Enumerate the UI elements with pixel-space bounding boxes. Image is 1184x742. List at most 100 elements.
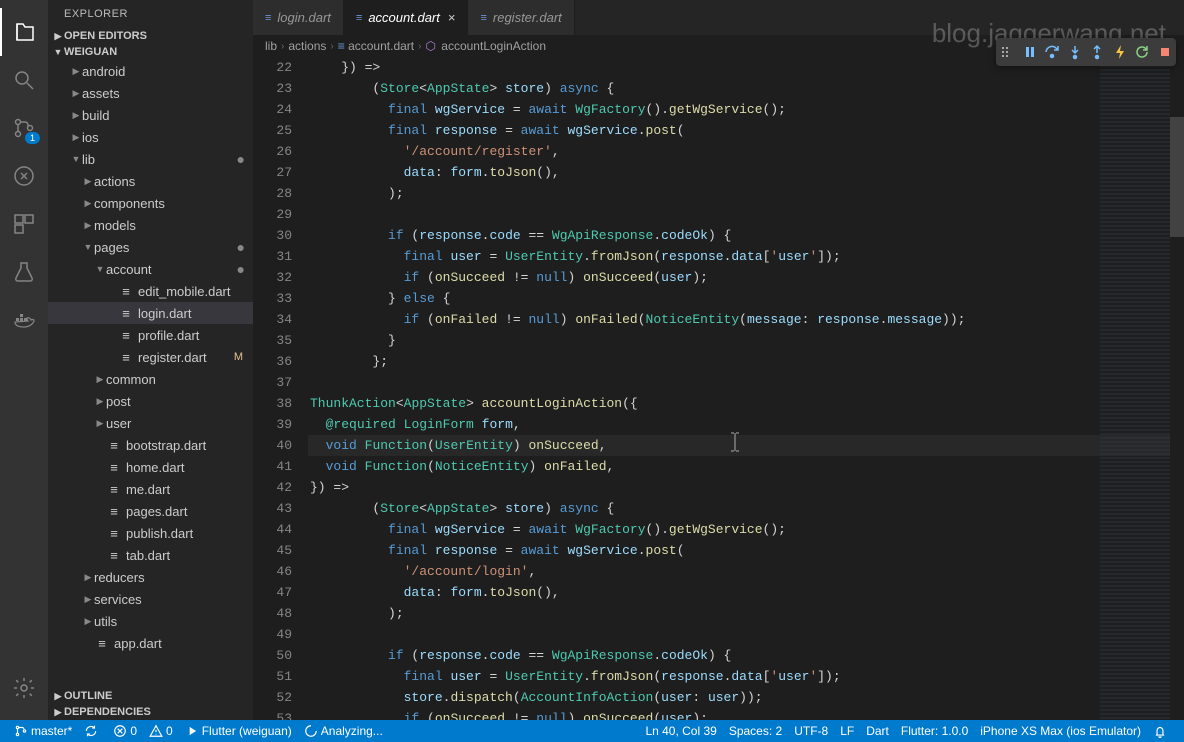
- settings-icon[interactable]: [0, 664, 48, 712]
- search-icon[interactable]: [0, 56, 48, 104]
- folder-item[interactable]: ▶android: [48, 60, 253, 82]
- step-into-icon[interactable]: [1067, 44, 1083, 60]
- git-branch[interactable]: master*: [8, 724, 78, 738]
- code-line[interactable]: if (onSucceed != null) onSucceed(user);: [308, 267, 1184, 288]
- code-line[interactable]: (Store<AppState> store) async {: [308, 498, 1184, 519]
- file-item[interactable]: ≡pages.dart: [48, 500, 253, 522]
- code-line[interactable]: );: [308, 603, 1184, 624]
- code-line[interactable]: final wgService = await WgFactory().getW…: [308, 99, 1184, 120]
- language[interactable]: Dart: [860, 724, 895, 738]
- explorer-icon[interactable]: [0, 8, 48, 56]
- code-line[interactable]: store.dispatch(AccountInfoAction(user: u…: [308, 687, 1184, 708]
- step-over-icon[interactable]: [1044, 44, 1060, 60]
- extensions-icon[interactable]: [0, 200, 48, 248]
- folder-item[interactable]: ▶models: [48, 214, 253, 236]
- minimap[interactable]: [1100, 57, 1170, 720]
- breadcrumb-item[interactable]: ⬡ accountLoginAction: [425, 39, 546, 53]
- folder-item[interactable]: ▶post: [48, 390, 253, 412]
- folder-item[interactable]: ▶assets: [48, 82, 253, 104]
- restart-icon[interactable]: [1134, 44, 1150, 60]
- file-item[interactable]: ≡home.dart: [48, 456, 253, 478]
- folder-item[interactable]: ▶services: [48, 588, 253, 610]
- source-control-icon[interactable]: 1: [0, 104, 48, 152]
- code-line[interactable]: if (response.code == WgApiResponse.codeO…: [308, 645, 1184, 666]
- code-line[interactable]: final response = await wgService.post(: [308, 120, 1184, 141]
- section-outline[interactable]: ▶OUTLINE: [48, 688, 253, 704]
- device[interactable]: iPhone XS Max (ios Emulator): [974, 724, 1147, 738]
- file-item[interactable]: ≡profile.dart: [48, 324, 253, 346]
- sync-icon[interactable]: [78, 724, 107, 738]
- code-line[interactable]: } else {: [308, 288, 1184, 309]
- code-line[interactable]: [308, 372, 1184, 393]
- drag-handle-icon[interactable]: [999, 44, 1015, 60]
- eol[interactable]: LF: [834, 724, 860, 738]
- code-line[interactable]: void Function(UserEntity) onSucceed,: [308, 435, 1184, 456]
- section-dependencies[interactable]: ▶DEPENDENCIES: [48, 704, 253, 720]
- flutter-version[interactable]: Flutter: 1.0.0: [895, 724, 974, 738]
- code-line[interactable]: ThunkAction<AppState> accountLoginAction…: [308, 393, 1184, 414]
- code-line[interactable]: final response = await wgService.post(: [308, 540, 1184, 561]
- docker-icon[interactable]: [0, 296, 48, 344]
- code-line[interactable]: void Function(NoticeEntity) onFailed,: [308, 456, 1184, 477]
- scrollbar[interactable]: [1170, 57, 1184, 720]
- flutter-run[interactable]: Flutter (weiguan): [179, 724, 298, 738]
- section-open-editors[interactable]: ▶OPEN EDITORS: [48, 28, 253, 44]
- breadcrumb-item[interactable]: lib: [265, 39, 277, 53]
- folder-item[interactable]: ▼account●: [48, 258, 253, 280]
- close-icon[interactable]: ×: [448, 10, 456, 25]
- file-item[interactable]: ≡edit_mobile.dart: [48, 280, 253, 302]
- file-item[interactable]: ≡tab.dart: [48, 544, 253, 566]
- code-line[interactable]: final wgService = await WgFactory().getW…: [308, 519, 1184, 540]
- folder-item[interactable]: ▶common: [48, 368, 253, 390]
- code-line[interactable]: final user = UserEntity.fromJson(respons…: [308, 246, 1184, 267]
- folder-item[interactable]: ▼lib●: [48, 148, 253, 170]
- breadcrumb-item[interactable]: ≡ account.dart: [338, 39, 414, 53]
- notifications-icon[interactable]: [1147, 724, 1176, 738]
- code-line[interactable]: if (response.code == WgApiResponse.codeO…: [308, 225, 1184, 246]
- warnings[interactable]: 0: [143, 724, 179, 738]
- code-line[interactable]: if (onFailed != null) onFailed(NoticeEnt…: [308, 309, 1184, 330]
- folder-item[interactable]: ▶user: [48, 412, 253, 434]
- folder-item[interactable]: ▶build: [48, 104, 253, 126]
- code-line[interactable]: );: [308, 183, 1184, 204]
- code-line[interactable]: }) =>: [308, 477, 1184, 498]
- folder-item[interactable]: ▶components: [48, 192, 253, 214]
- code-line[interactable]: data: form.toJson(),: [308, 162, 1184, 183]
- scroll-thumb[interactable]: [1170, 117, 1184, 237]
- file-item[interactable]: ≡publish.dart: [48, 522, 253, 544]
- section-workspace[interactable]: ▼WEIGUAN: [48, 44, 253, 60]
- indent[interactable]: Spaces: 2: [723, 724, 788, 738]
- file-item[interactable]: ≡app.dart: [48, 632, 253, 654]
- code-line[interactable]: [308, 204, 1184, 225]
- tab-register-dart[interactable]: ≡register.dart: [468, 0, 574, 35]
- code-line[interactable]: }: [308, 330, 1184, 351]
- code-line[interactable]: data: form.toJson(),: [308, 582, 1184, 603]
- file-item[interactable]: ≡register.dartM: [48, 346, 253, 368]
- code-area[interactable]: }) => (Store<AppState> store) async { fi…: [308, 57, 1184, 720]
- errors[interactable]: 0: [107, 724, 143, 738]
- test-icon[interactable]: [0, 248, 48, 296]
- code-line[interactable]: };: [308, 351, 1184, 372]
- stop-icon[interactable]: [1157, 44, 1173, 60]
- code-line[interactable]: '/account/register',: [308, 141, 1184, 162]
- code-line[interactable]: @required LoginForm form,: [308, 414, 1184, 435]
- pause-icon[interactable]: [1022, 44, 1038, 60]
- cursor-position[interactable]: Ln 40, Col 39: [639, 724, 722, 738]
- folder-item[interactable]: ▶actions: [48, 170, 253, 192]
- step-out-icon[interactable]: [1089, 44, 1105, 60]
- tab-login-dart[interactable]: ≡login.dart: [253, 0, 344, 35]
- analyzing[interactable]: Analyzing...: [298, 724, 389, 738]
- code-line[interactable]: final user = UserEntity.fromJson(respons…: [308, 666, 1184, 687]
- hot-reload-icon[interactable]: [1112, 44, 1128, 60]
- file-item[interactable]: ≡bootstrap.dart: [48, 434, 253, 456]
- breadcrumb-item[interactable]: actions: [288, 39, 326, 53]
- folder-item[interactable]: ▶reducers: [48, 566, 253, 588]
- code-line[interactable]: '/account/login',: [308, 561, 1184, 582]
- code-line[interactable]: [308, 624, 1184, 645]
- debug-icon[interactable]: [0, 152, 48, 200]
- file-item[interactable]: ≡login.dart: [48, 302, 253, 324]
- editor[interactable]: 2223242526272829303132333435363738394041…: [253, 57, 1184, 720]
- file-item[interactable]: ≡me.dart: [48, 478, 253, 500]
- code-line[interactable]: if (onSucceed != null) onSucceed(user);: [308, 708, 1184, 720]
- tab-account-dart[interactable]: ≡account.dart×: [344, 0, 469, 35]
